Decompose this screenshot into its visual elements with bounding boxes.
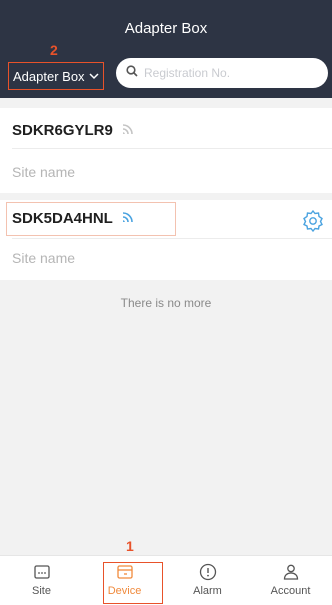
search-box[interactable]: Registration No. (116, 58, 328, 88)
tab-alarm[interactable]: Alarm (166, 556, 249, 605)
site-icon (33, 565, 50, 579)
tab-label: Site (32, 585, 51, 597)
account-icon (283, 564, 298, 580)
search-input[interactable]: Registration No. (144, 66, 230, 80)
wifi-icon (121, 210, 135, 227)
search-icon (126, 64, 138, 82)
annotation-step-2: 2 (50, 42, 58, 58)
site-name: Site name (12, 164, 76, 180)
chevron-down-icon (89, 72, 99, 83)
device-type-dropdown[interactable]: Adapter Box (8, 62, 104, 90)
gear-icon[interactable] (302, 209, 324, 233)
device-id: SDK5DA4HNL (12, 210, 113, 227)
device-type-label: Adapter Box (13, 68, 85, 84)
tab-account[interactable]: Account (249, 556, 332, 605)
bottom-tab-bar: Site Device Alarm Account (0, 555, 332, 605)
alarm-icon (199, 563, 216, 581)
page-title: Adapter Box (124, 20, 208, 37)
divider (12, 238, 332, 239)
wifi-icon (121, 122, 135, 139)
site-name: Site name (12, 250, 76, 266)
tab-label: Alarm (193, 585, 222, 597)
highlight-frame (103, 562, 163, 604)
device-card[interactable]: SDKR6GYLR9 Site name (0, 108, 332, 193)
annotation-step-1: 1 (126, 538, 134, 554)
device-id: SDKR6GYLR9 (12, 122, 113, 139)
divider (12, 148, 332, 149)
tab-site[interactable]: Site (0, 556, 83, 605)
header-bar: Adapter Box 2 Adapter Box Registration N… (0, 0, 332, 98)
device-id-row: SDKR6GYLR9 (12, 122, 135, 139)
device-id-row: SDK5DA4HNL (12, 210, 135, 227)
tab-label: Account (270, 585, 311, 597)
device-card[interactable]: SDK5DA4HNL Site name (0, 200, 332, 280)
list-end-text: There is no more (120, 296, 212, 310)
device-list: SDKR6GYLR9 Site name SDK5DA4HNL Site nam… (0, 98, 332, 555)
